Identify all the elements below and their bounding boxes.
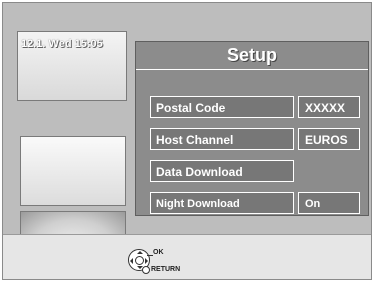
datetime-display: 12.1. Wed 15:05 [21,38,103,50]
setup-title: Setup [226,45,277,65]
title-divider [136,69,368,70]
setup-item-value: On [298,192,360,214]
setup-item-label: Night Download [150,192,294,214]
setup-item-value: XXXXX [298,96,360,118]
ok-center-icon [135,256,144,265]
ok-label: OK [153,249,164,256]
setup-item-label: Data Download [150,160,294,182]
setup-item-label: Postal Code [150,96,294,118]
arrow-up-icon [137,251,143,254]
thumbnail-preview [20,136,126,206]
arrow-left-icon [130,258,133,264]
help-bar [3,234,371,279]
setup-menu: Setup Postal Code XXXXX Host Channel EUR… [135,41,369,216]
preview-window: 12.1. Wed 15:05 [17,31,127,101]
return-label: RETURN [151,266,181,273]
return-circle-icon [142,266,150,274]
setup-item-label: Host Channel [150,128,294,150]
setup-item-value: EUROS [298,128,360,150]
tv-screen: 12.1. Wed 15:05 Setup Postal Code XXXXX … [2,2,372,280]
arrow-right-icon [145,258,148,264]
